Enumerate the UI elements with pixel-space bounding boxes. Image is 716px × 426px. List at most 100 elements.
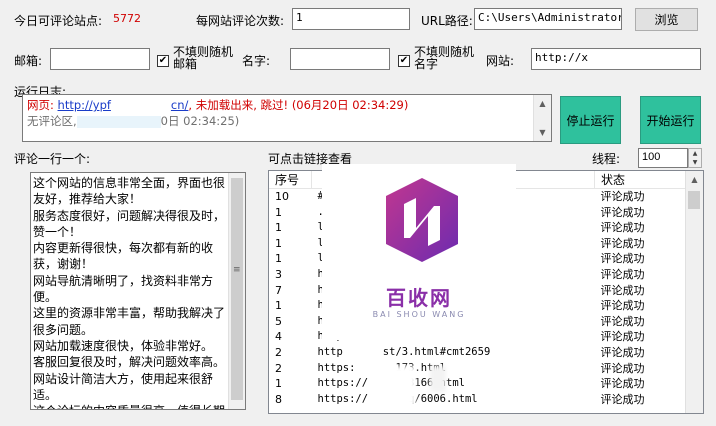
stop-button[interactable]: 停止运行 [560,96,621,144]
email-random-label: 不填则随机邮箱 [173,45,234,71]
scroll-up-icon[interactable]: ▲ [686,171,703,188]
table-row[interactable]: 2 https: 173.html 评论成功 [269,361,687,377]
comment-line: 内容更新得很快，每次都有新的收 [33,241,214,256]
log-prefix-2: 无评论区, [27,114,77,128]
comment-line: 网站导航清晰明了，找资料非常方 [33,273,214,288]
row-url-start[interactable]: https: [318,362,356,374]
row-number: 1 [275,252,282,266]
row-status: 评论成功 [600,221,645,235]
row-status: 评论成功 [600,330,645,344]
sites-label: 今日可评论站点: [14,14,103,28]
comment-line: 客服回复很及时，解决问题效率高。 [33,355,226,370]
comment-line: 网站设计简洁大方，使用起来很舒 [33,371,214,386]
row-url[interactable]: https://3166.html [312,376,595,392]
check-icon: ✔ [399,55,409,66]
name-input[interactable] [290,48,390,70]
grip-icon: ≡ [233,265,241,275]
row-url[interactable]: https:// q/6006.html [312,392,595,408]
scroll-down-icon[interactable]: ▼ [534,124,551,141]
log-link[interactable]: http://ypf [58,98,111,112]
row-number: 1 [275,299,282,313]
site-input[interactable]: http://x [531,48,701,70]
row-url[interactable]: https: 173.html [312,361,595,377]
spin-down-icon[interactable]: ▼ [689,158,701,167]
site-label: 网站: [486,54,515,68]
row-number: 5 [275,314,282,328]
table-scrollbar[interactable]: ▲ [685,171,703,413]
comment-line: 这个论坛的内容质量很高，值得长期 [33,403,229,409]
email-label: 邮箱: [14,54,43,68]
comment-line: 便。 [33,290,58,305]
email-random-checkbox[interactable]: ✔ [157,55,169,67]
url-path-label: URL路径: [421,14,473,28]
row-number: 4 [275,330,282,344]
comment-line: 网站加载速度很快，体验非常好。 [33,338,214,353]
row-status: 评论成功 [600,267,645,281]
row-number: 1 [275,205,282,219]
column-header-status[interactable]: 状态 [594,171,687,189]
comment-line: 适。 [33,387,58,402]
column-header-num[interactable]: 序号 [269,171,312,189]
row-status: 评论成功 [600,345,645,359]
comments-content: 这个网站的信息非常全面，界面也很 友好，推荐给大家！ 服务态度很好，问题解决得很及时… [33,175,229,409]
table-row[interactable]: 8 https:// q/6006.html 评论成功 [269,392,687,408]
table-row[interactable]: 2 http st/3.html#cmt2659 评论成功 [269,345,687,361]
per-site-input[interactable]: 1 [292,8,410,30]
row-status: 评论成功 [600,236,645,250]
scroll-thumb[interactable] [231,178,243,400]
row-number: 8 [275,392,282,406]
row-number: 2 [275,361,282,375]
row-status: 评论成功 [600,299,645,313]
threads-input[interactable]: 100 [638,148,688,168]
table-row[interactable]: 1 https://3166.html 评论成功 [269,376,687,392]
comments-textarea[interactable]: 这个网站的信息非常全面，界面也很 友好，推荐给大家！ 服务态度很好，问题解决得很及时… [30,172,246,410]
row-status: 评论成功 [600,377,645,391]
watermark-panel: 百收网 BAI SHOU WANG [322,164,516,340]
comment-line: 这个网站的信息非常全面，界面也很 [33,176,226,190]
blur-patch [430,366,446,392]
log-prefix: 网页: [27,98,54,112]
row-status: 评论成功 [600,283,645,297]
email-input[interactable] [50,48,150,70]
row-status: 评论成功 [600,392,645,406]
row-status: 评论成功 [600,190,645,203]
row-status: 评论成功 [600,314,645,328]
log-message: , 未加载出来, 跳过! [188,98,289,112]
comment-line: 很多问题。 [33,322,94,337]
scroll-thumb[interactable] [688,191,700,209]
row-number: 1 [275,221,282,235]
row-url[interactable]: http st/3.html#cmt2659 [312,345,595,361]
name-random-label: 不填则随机名字 [414,45,475,71]
row-url-tail[interactable]: st/3.html#cmt2659 [383,346,490,358]
start-button[interactable]: 开始运行 [640,96,701,144]
blur-patch [392,366,416,406]
browse-button[interactable]: 浏览 [635,8,698,31]
spin-up-icon[interactable]: ▲ [689,149,701,158]
scroll-up-icon[interactable]: ▲ [534,95,551,112]
row-number: 1 [275,377,282,391]
url-path-input[interactable]: C:\Users\Administrator.W [474,8,622,30]
name-label: 名字: [242,54,271,68]
row-url-start[interactable]: https:// [318,377,369,389]
row-status: 评论成功 [600,252,645,266]
comment-line: 获，谢谢！ [33,257,94,272]
row-url-start[interactable]: http [318,346,343,358]
check-icon: ✔ [158,55,168,66]
row-url-start[interactable]: https:// [318,393,369,405]
comment-line: 赞一个！ [33,224,82,239]
comment-line: 这里的资源非常丰富，帮助我解决了 [33,306,226,321]
log-link-tail[interactable]: cn/ [171,98,189,112]
log-line-2: 无评论区, 0日 02:34:25) [27,113,239,129]
row-url-tail[interactable]: q/6006.html [408,393,478,405]
comment-line: 服务态度很好，问题解决得很及时， [33,208,226,223]
comments-scrollbar[interactable]: ≡ [228,173,245,409]
log-box[interactable]: 网页: http://ypf cn/, 未加载出来, 跳过! (06月20日 02… [22,94,552,142]
name-random-checkbox[interactable]: ✔ [398,55,410,67]
threads-spinner[interactable]: ▲ ▼ [688,148,702,168]
comment-line: 友好，推荐给大家！ [33,192,142,207]
log-scrollbar[interactable]: ▲ ▼ [533,95,551,141]
row-number: 2 [275,345,282,359]
sites-count: 5772 [113,12,141,25]
comments-label: 评论一行一个: [14,152,91,166]
row-status: 评论成功 [600,205,645,219]
